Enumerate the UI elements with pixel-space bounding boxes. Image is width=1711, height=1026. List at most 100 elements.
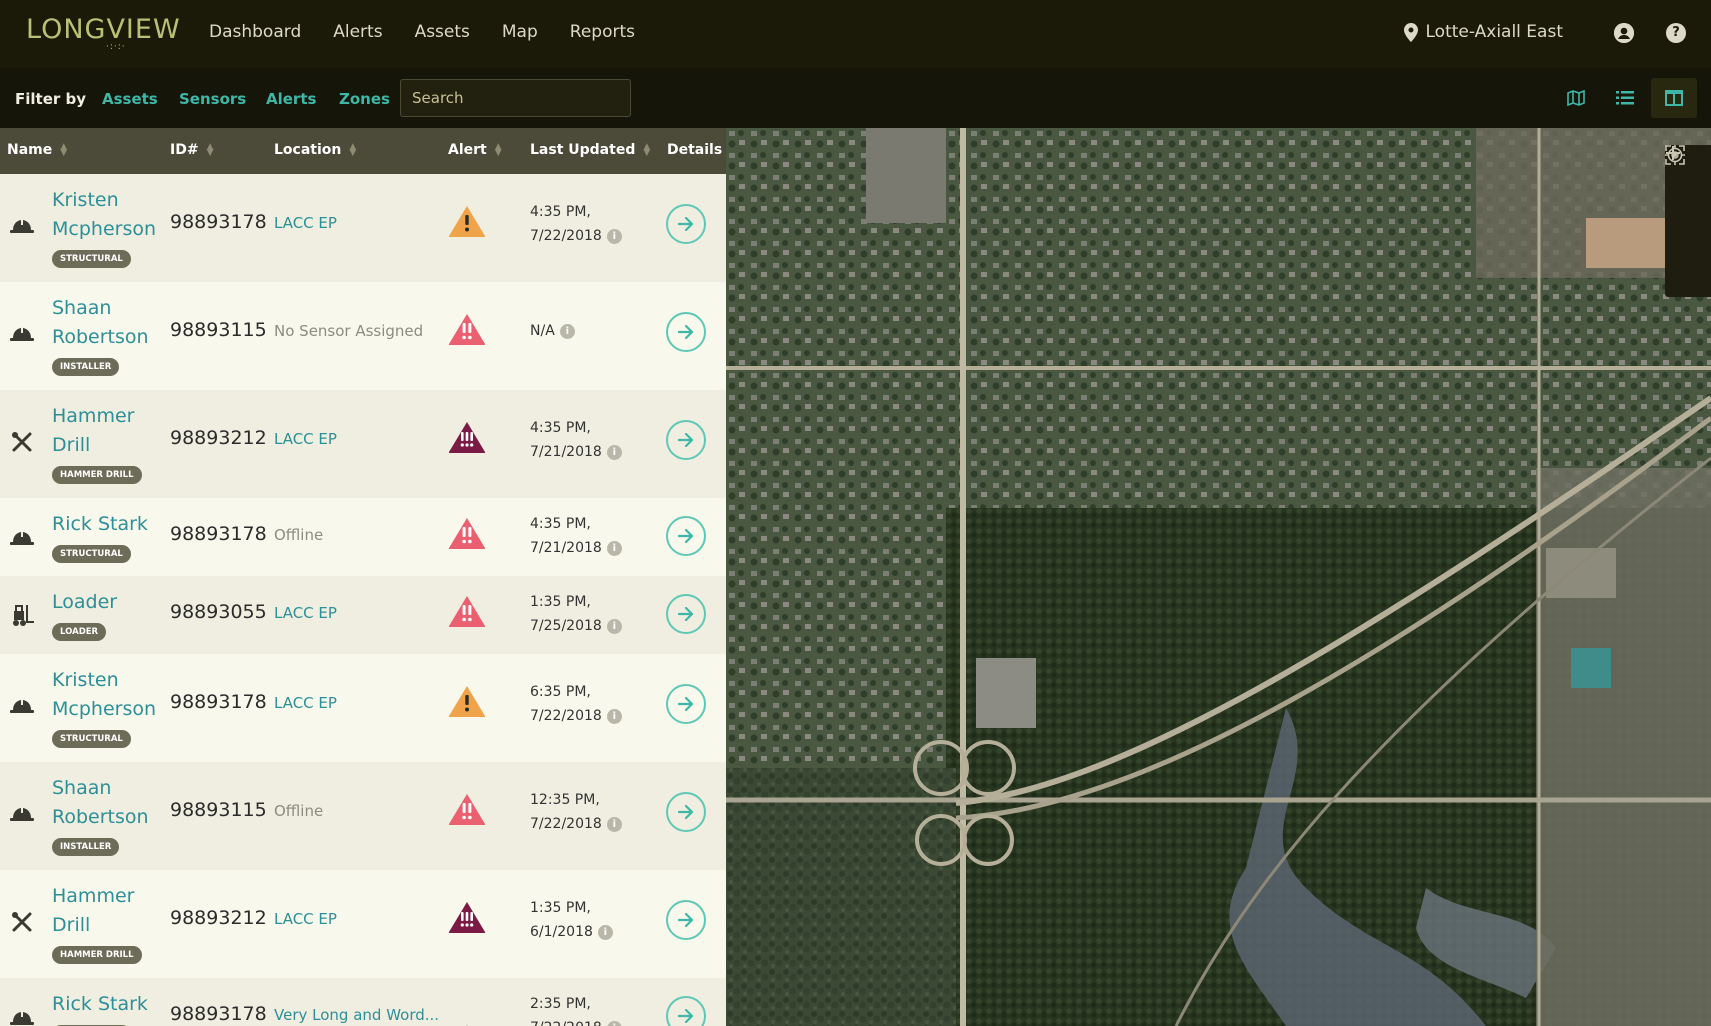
location-label: Lotte-Axiall East	[1425, 22, 1564, 42]
last-updated: 1:35 PM, 6/1/2018 i	[530, 896, 613, 944]
locate-button[interactable]	[1665, 145, 1711, 221]
filter-alerts[interactable]: Alerts	[266, 90, 316, 108]
list-view-button[interactable]	[1602, 78, 1648, 118]
asset-location: Offline	[274, 526, 324, 544]
details-button[interactable]	[666, 204, 706, 244]
last-updated: 6:35 PM, 7/22/2018 i	[530, 680, 622, 728]
assets-table: Name ▲ ▼ ID# ▲ ▼ Location ▲ ▼ Alert ▲ ▼ Last Upd…	[0, 128, 726, 1026]
asset-name[interactable]: Rick Stark	[52, 990, 148, 1019]
info-icon[interactable]: i	[606, 540, 622, 556]
info-icon[interactable]: i	[606, 618, 622, 634]
info-icon[interactable]: i	[606, 816, 622, 832]
map-panel[interactable]	[726, 128, 1711, 1026]
alert-critical-icon[interactable]	[448, 420, 486, 454]
table-row[interactable]: Hammer Drill HAMMER DRILL 98893212 LACC EP 4:…	[0, 390, 726, 498]
hardhat-icon	[9, 1006, 35, 1026]
asset-id: 98893178	[170, 523, 267, 545]
alert-critical-icon[interactable]	[448, 900, 486, 934]
table-row[interactable]: Kristen Mcpherson STRUCTURAL 98893178 LACC E…	[0, 174, 726, 282]
filter-zones[interactable]: Zones	[339, 90, 390, 108]
asset-location[interactable]: LACC EP	[274, 694, 337, 712]
asset-location[interactable]: LACC EP	[274, 430, 337, 448]
col-last-updated[interactable]: Last Updated ▲ ▼	[530, 142, 650, 158]
map-pin-icon	[1403, 22, 1418, 42]
filter-sensors[interactable]: Sensors	[179, 90, 246, 108]
zoom-in-button[interactable]	[1665, 146, 1711, 259]
asset-type-badge: STRUCTURAL	[52, 545, 131, 563]
nav-reports[interactable]: Reports	[570, 22, 635, 42]
details-button[interactable]	[666, 684, 706, 724]
alert-warning-icon[interactable]	[448, 204, 486, 238]
location-selector[interactable]: Lotte-Axiall East	[1403, 22, 1564, 42]
satellite-map[interactable]	[726, 128, 1711, 1026]
info-icon[interactable]: i	[606, 228, 622, 244]
nav-map[interactable]: Map	[502, 22, 538, 42]
asset-location[interactable]: LACC EP	[274, 604, 337, 622]
info-icon[interactable]: i	[606, 1020, 622, 1026]
asset-location[interactable]: Very Long and Word...	[274, 1006, 439, 1024]
sort-icon: ▲ ▼	[206, 142, 214, 158]
asset-id: 98893055	[170, 601, 267, 623]
col-id[interactable]: ID# ▲ ▼	[170, 142, 213, 158]
hardhat-icon	[9, 802, 35, 826]
asset-name[interactable]: Shaan Robertson	[52, 774, 149, 832]
alert-none-icon[interactable]	[448, 996, 486, 1026]
table-row[interactable]: Kristen Mcpherson STRUCTURAL 98893178 LACC E…	[0, 654, 726, 762]
table-row[interactable]: Shaan Robertson INSTALLER 98893115 Offline 12…	[0, 762, 726, 870]
sort-icon: ▲ ▼	[349, 142, 357, 158]
info-icon[interactable]: i	[606, 444, 622, 460]
logo-dots: ·:·:·	[106, 42, 126, 52]
minus-icon	[1666, 152, 1680, 154]
sort-icon: ▲ ▼	[60, 142, 68, 158]
help-icon[interactable]: ?	[1666, 23, 1686, 43]
table-row[interactable]: Loader LOADER 98893055 LACC EP 1:35 PM, 7/25/…	[0, 576, 726, 654]
asset-name[interactable]: Rick Stark	[52, 510, 148, 539]
last-updated: 2:35 PM,7/22/2018i	[530, 992, 622, 1026]
asset-name[interactable]: Kristen Mcpherson	[52, 186, 156, 244]
asset-name[interactable]: Hammer Drill	[52, 402, 134, 460]
info-icon[interactable]: i	[606, 708, 622, 724]
col-alert[interactable]: Alert ▲ ▼	[448, 142, 502, 158]
details-button[interactable]	[666, 516, 706, 556]
user-icon[interactable]	[1614, 23, 1634, 43]
arrow-right-icon	[678, 913, 694, 927]
search-input[interactable]	[400, 79, 631, 117]
nav-assets[interactable]: Assets	[415, 22, 470, 42]
filter-assets[interactable]: Assets	[102, 90, 158, 108]
details-button[interactable]	[666, 594, 706, 634]
asset-id: 98893212	[170, 907, 267, 929]
sort-icon: ▲ ▼	[643, 142, 651, 158]
col-name[interactable]: Name ▲ ▼	[7, 142, 67, 158]
zoom-out-button[interactable]	[1665, 152, 1711, 297]
alert-warning-icon[interactable]	[448, 684, 486, 718]
asset-id: 98893178	[170, 211, 267, 233]
info-icon[interactable]: i	[559, 323, 575, 339]
alert-danger-icon[interactable]	[448, 312, 486, 346]
alert-danger-icon[interactable]	[448, 792, 486, 826]
nav-alerts[interactable]: Alerts	[333, 22, 382, 42]
asset-name[interactable]: Kristen Mcpherson	[52, 666, 156, 724]
asset-name[interactable]: Loader	[52, 588, 117, 617]
info-icon[interactable]: i	[597, 924, 613, 940]
col-location[interactable]: Location ▲ ▼	[274, 142, 356, 158]
details-button[interactable]	[666, 312, 706, 352]
asset-location[interactable]: LACC EP	[274, 214, 337, 232]
alert-danger-icon[interactable]	[448, 594, 486, 628]
details-button[interactable]	[666, 420, 706, 460]
app-logo[interactable]: LONGVIEW	[26, 14, 181, 45]
alert-danger-icon[interactable]	[448, 516, 486, 550]
arrow-right-icon	[678, 697, 694, 711]
table-row[interactable]: Rick Stark STRUCTURAL 98893178 Offline 4:35 …	[0, 498, 726, 576]
split-view-button[interactable]	[1651, 78, 1697, 118]
map-view-button[interactable]	[1553, 78, 1599, 118]
table-row[interactable]: Rick StarkSTRUCTURAL98893178Very Long an…	[0, 978, 726, 1026]
asset-location[interactable]: LACC EP	[274, 910, 337, 928]
asset-name[interactable]: Shaan Robertson	[52, 294, 149, 352]
table-row[interactable]: Hammer Drill HAMMER DRILL 98893212 LACC EP 1:…	[0, 870, 726, 978]
details-button[interactable]	[666, 900, 706, 940]
details-button[interactable]	[666, 792, 706, 832]
nav-dashboard[interactable]: Dashboard	[209, 22, 301, 42]
table-row[interactable]: Shaan Robertson INSTALLER 98893115 No Sensor…	[0, 282, 726, 390]
asset-name[interactable]: Hammer Drill	[52, 882, 134, 940]
details-button[interactable]	[666, 996, 706, 1026]
